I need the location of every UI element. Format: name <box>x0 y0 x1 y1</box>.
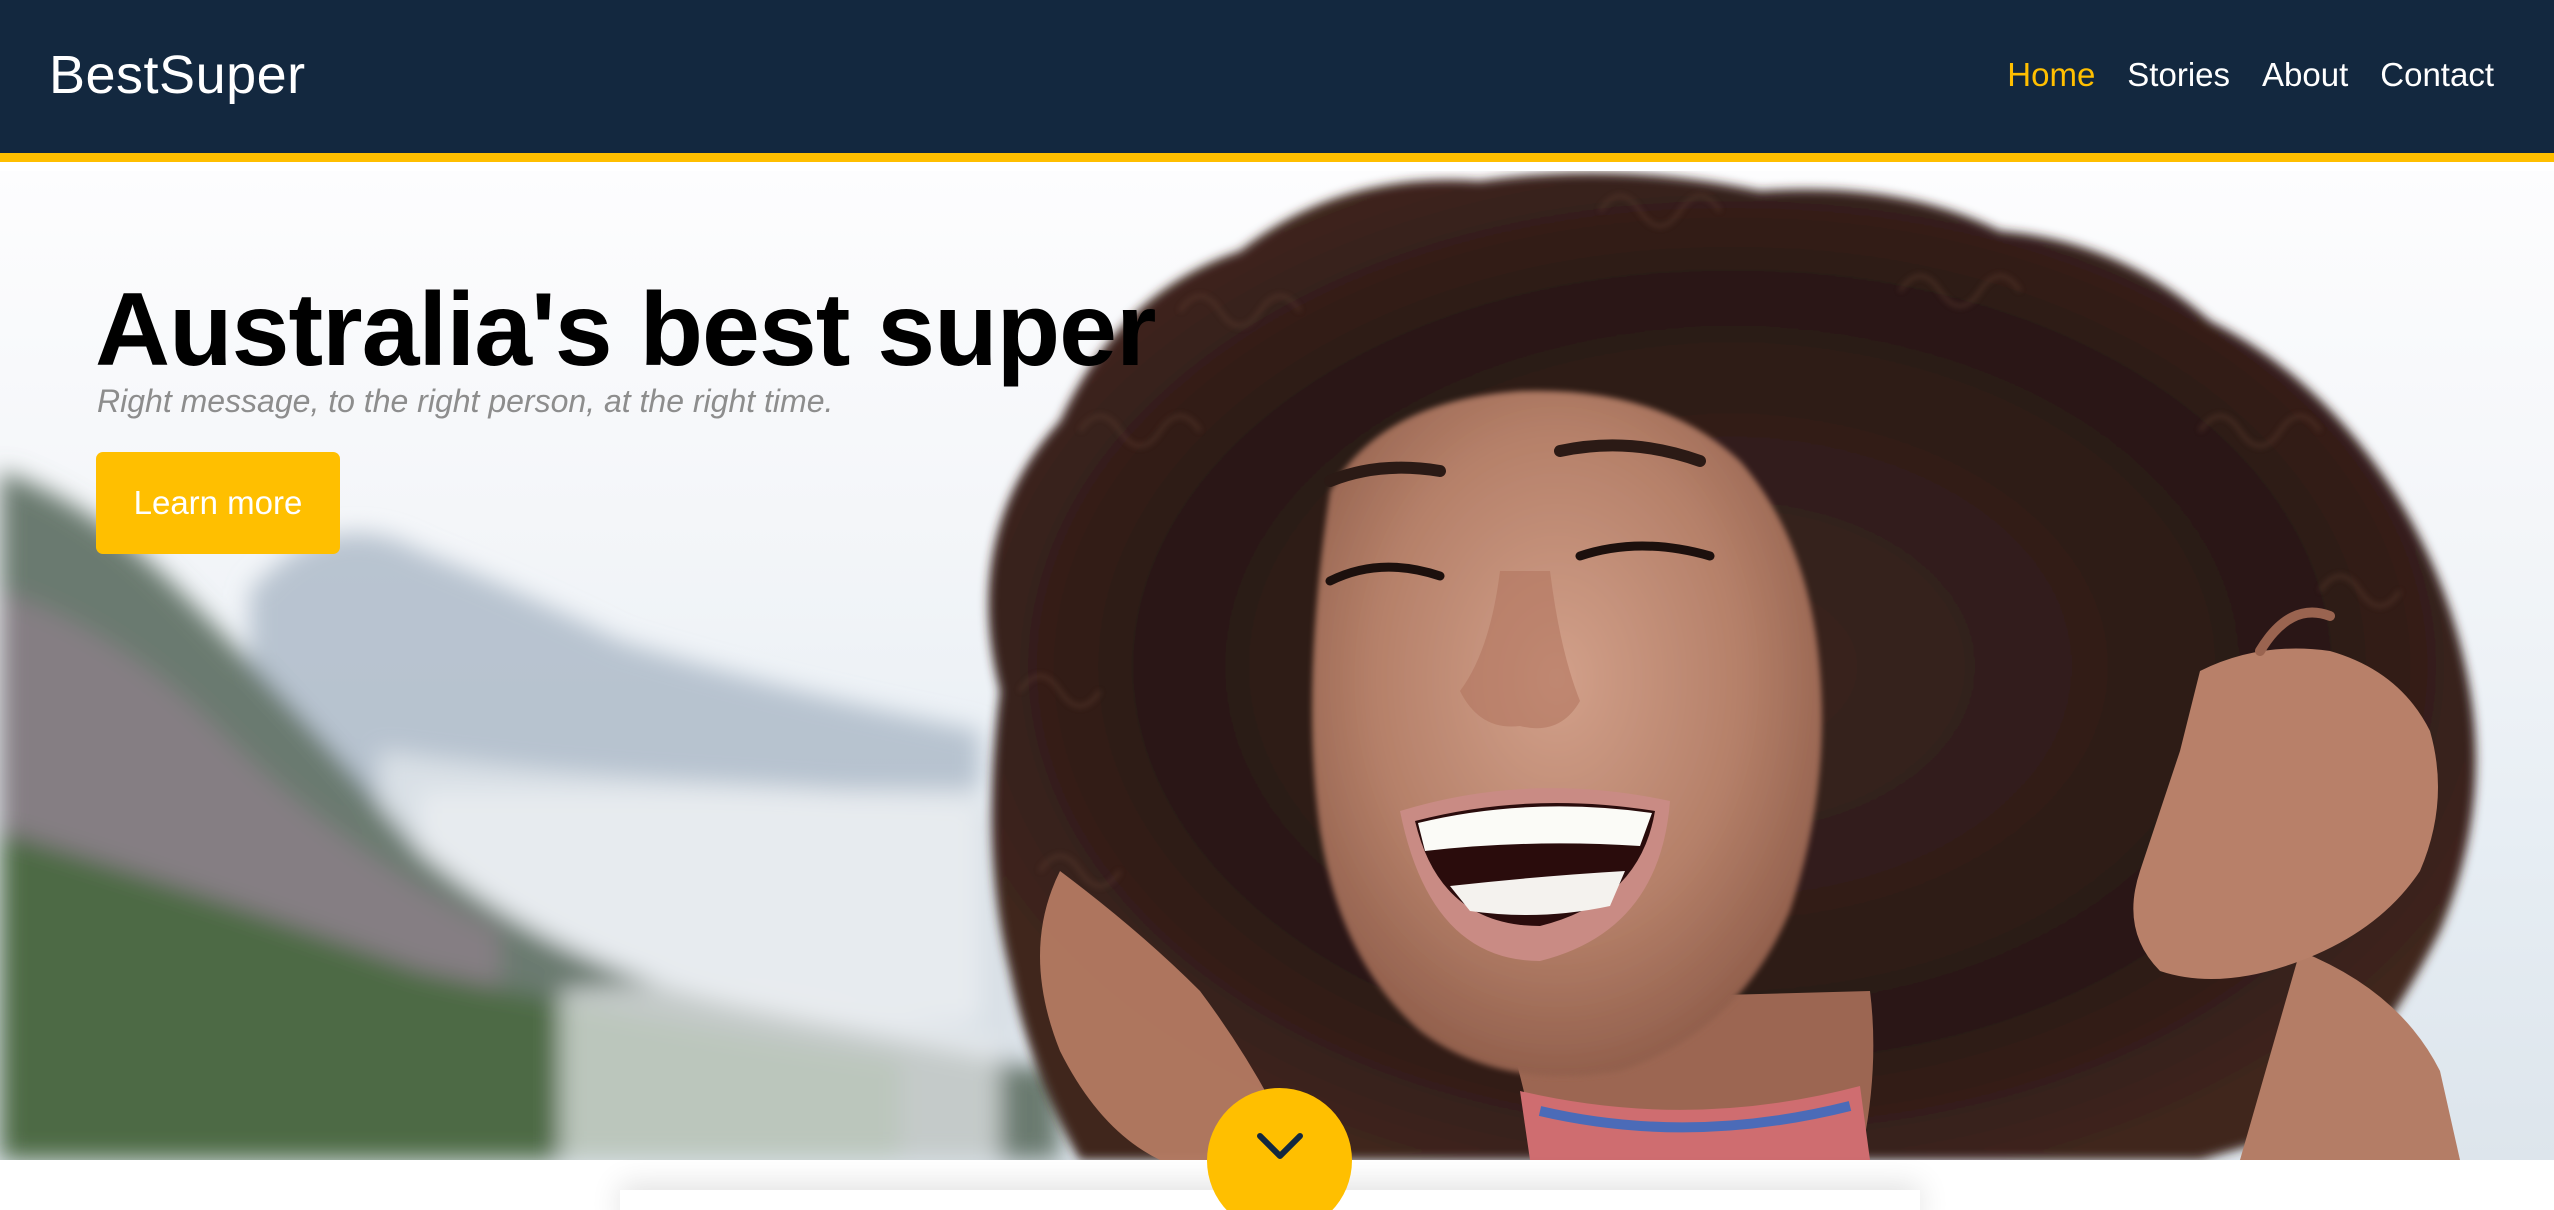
main-nav: Home Stories About Contact <box>2007 56 2494 94</box>
nav-link-home[interactable]: Home <box>2007 56 2095 94</box>
top-navbar: BestSuper Home Stories About Contact <box>0 0 2554 162</box>
learn-more-button[interactable]: Learn more <box>96 452 340 554</box>
hero-subtitle: Right message, to the right person, at t… <box>97 383 834 419</box>
chevron-down-icon <box>1256 1133 1303 1159</box>
hero-section: Australia's best super Right message, to… <box>0 171 2554 1160</box>
brand-logo[interactable]: BestSuper <box>49 44 306 106</box>
hero-title: Australia's best super <box>95 272 1156 388</box>
nav-link-about[interactable]: About <box>2262 56 2348 94</box>
nav-link-contact[interactable]: Contact <box>2380 56 2494 94</box>
nav-link-stories[interactable]: Stories <box>2127 56 2230 94</box>
